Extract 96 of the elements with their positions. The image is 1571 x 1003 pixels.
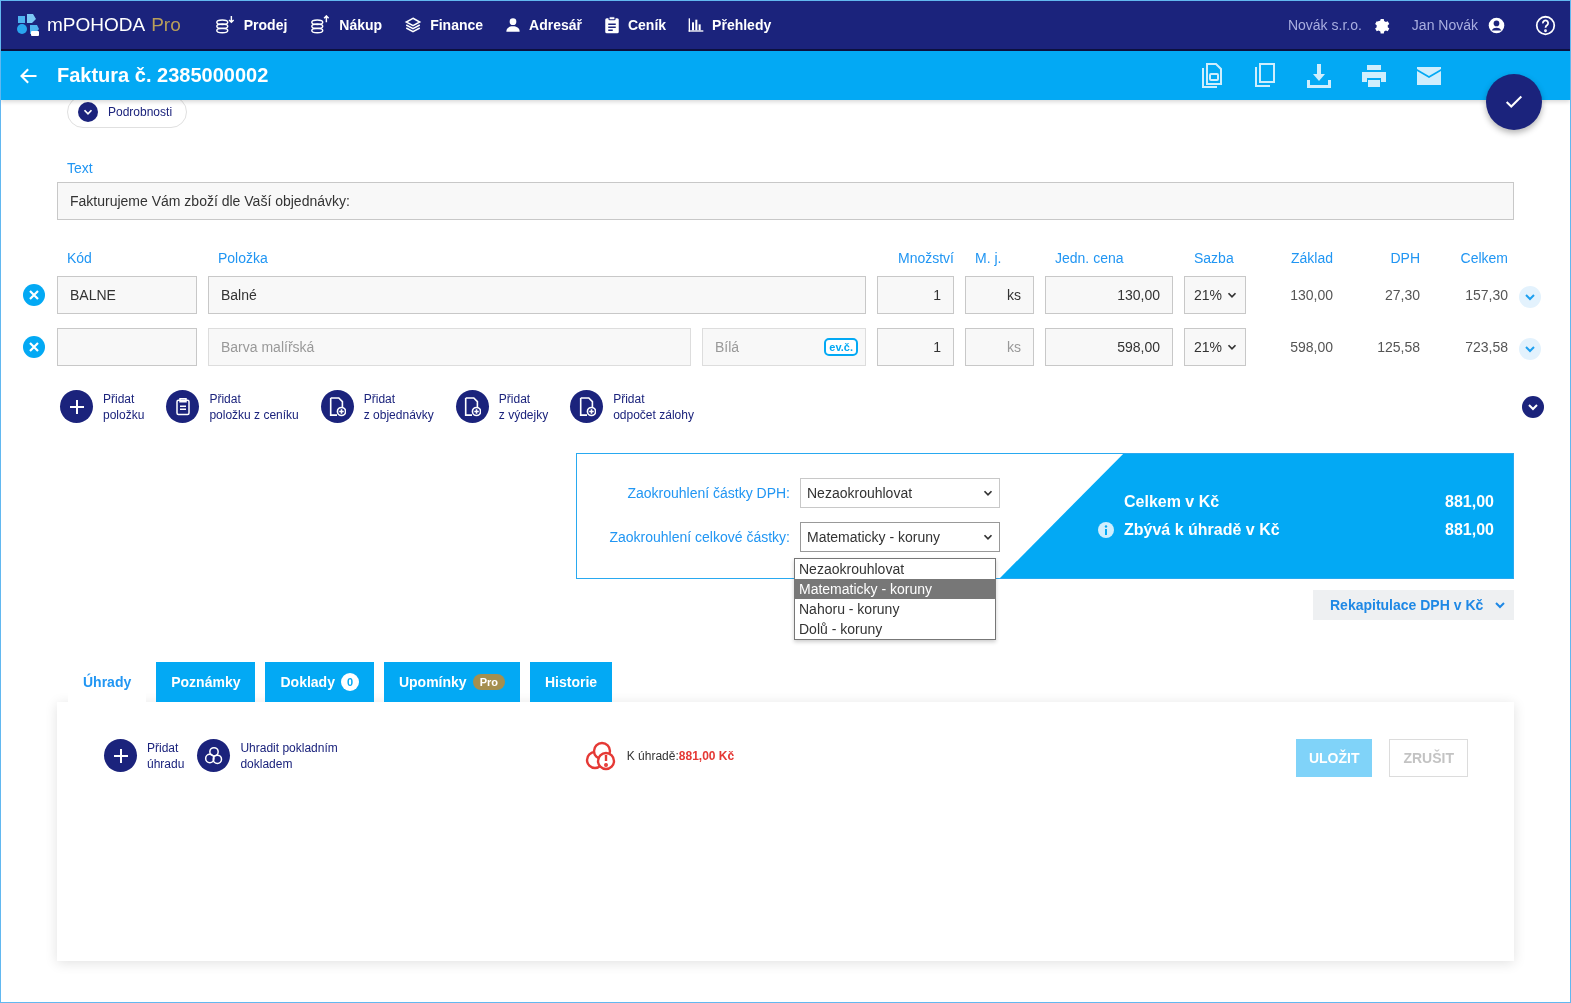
add-payment-button[interactable]: [104, 739, 137, 772]
total-amount: 157,30: [1464, 287, 1508, 303]
item-name-field[interactable]: Balné: [208, 276, 866, 314]
plus-icon: [112, 747, 129, 764]
add-from-document-button[interactable]: [166, 390, 200, 423]
document-plus-icon: [463, 396, 482, 417]
plus-icon: [68, 398, 85, 415]
add-from-document-button[interactable]: [570, 390, 604, 423]
circles-icon: [203, 745, 224, 766]
quantity-field[interactable]: 1: [877, 328, 954, 366]
clipboard-icon: [603, 16, 620, 34]
dropdown-option[interactable]: Nezaokrouhlovat: [795, 559, 995, 579]
person-icon: [505, 17, 522, 33]
document-plus-icon: [577, 396, 596, 417]
cash-payment-button[interactable]: [197, 739, 231, 772]
unit-field[interactable]: ks: [965, 328, 1034, 366]
nav-item[interactable]: Ceník: [592, 1, 678, 50]
action-label[interactable]: Přidat položku: [103, 390, 145, 423]
code-field[interactable]: BALNE: [57, 276, 197, 314]
coin-stack-icon: [309, 15, 332, 35]
column-header: Základ: [1289, 250, 1333, 266]
total-amount: 723,58: [1464, 339, 1508, 355]
nav-item[interactable]: Finance: [393, 1, 495, 50]
close-icon: [28, 341, 40, 353]
rounding-label: Zaokrouhlení částky DPH:: [627, 485, 790, 501]
rounding-select[interactable]: Matematicky - koruny: [800, 522, 1000, 552]
logo-icon: [15, 13, 41, 37]
document-plus-icon: [328, 396, 347, 417]
help-icon[interactable]: [1535, 14, 1556, 36]
text-field[interactable]: Fakturujeme Vám zboží dle Vaší objednávky:: [57, 182, 1514, 220]
base-amount: 598,00: [1289, 339, 1333, 355]
edition-badge: Pro: [472, 674, 505, 690]
column-header: M. j.: [974, 250, 1003, 266]
nav-item[interactable]: Nákup: [298, 1, 394, 50]
column-header: Množství: [897, 250, 954, 266]
column-header: Položka: [217, 250, 269, 266]
clipboard-icon: [174, 397, 191, 416]
expand-all-button[interactable]: [1522, 395, 1544, 418]
total-label: Celkem v Kč: [1124, 493, 1220, 511]
column-header: DPH: [1389, 250, 1420, 266]
column-header: Celkem: [1459, 250, 1508, 266]
add-from-document-button[interactable]: [320, 390, 354, 423]
expand-row-button[interactable]: [1519, 286, 1541, 308]
total-label: Zbývá k úhradě v Kč: [1124, 521, 1280, 539]
count-badge: 0: [340, 673, 359, 691]
variant-placeholder: Bílá: [715, 339, 740, 355]
action-label[interactable]: Uhradit pokladním dokladem: [240, 739, 338, 772]
vat-amount: 27,30: [1383, 287, 1420, 303]
quantity-field[interactable]: 1: [877, 276, 954, 314]
unit-field[interactable]: ks: [965, 276, 1034, 314]
app-name: mPOHODA: [47, 14, 146, 36]
company-name[interactable]: Novák s.r.o.: [1287, 17, 1362, 33]
coin-stack-icon: [213, 15, 236, 35]
code-field[interactable]: [57, 328, 197, 366]
action-label[interactable]: Přidat úhradu: [147, 739, 185, 772]
bar-chart-icon: [688, 17, 705, 33]
account-icon[interactable]: [1488, 16, 1505, 34]
due-label: K úhradě:: [626, 749, 679, 763]
vat-rate-select[interactable]: 21%: [1184, 276, 1246, 314]
close-icon: [28, 289, 40, 301]
rounding-label: Zaokrouhlení celkové částky:: [609, 529, 790, 545]
dropdown-option[interactable]: Matematicky - koruny: [795, 579, 995, 599]
total-value: 881,00: [1445, 493, 1494, 511]
action-label[interactable]: Přidat z výdejky: [498, 390, 549, 423]
document-title: Faktura č. 2385000002: [57, 64, 269, 87]
action-label[interactable]: Přidat odpočet zálohy: [613, 390, 694, 423]
nav-item[interactable]: Přehledy: [677, 1, 783, 50]
confirm-button[interactable]: [1486, 74, 1542, 130]
nav-item[interactable]: Adresář: [494, 1, 593, 50]
base-amount: 130,00: [1289, 287, 1333, 303]
add-item-button[interactable]: [60, 390, 93, 423]
warning-icon: [583, 740, 618, 772]
dropdown-option[interactable]: Nahoru - koruny: [795, 599, 995, 619]
vat-rate-select[interactable]: 21%: [1184, 328, 1246, 366]
column-header: Sazba: [1193, 250, 1235, 266]
layers-icon: [404, 16, 423, 34]
rounding-select[interactable]: Nezaokrouhlovat: [800, 478, 1000, 508]
user-name[interactable]: Jan Novák: [1411, 17, 1478, 33]
due-amount: 881,00 Kč: [678, 749, 735, 763]
remove-row-button[interactable]: [23, 336, 45, 358]
column-header: Kód: [66, 250, 93, 266]
remove-row-button[interactable]: [23, 284, 45, 306]
action-label[interactable]: Přidat položku z ceníku: [209, 390, 299, 423]
dropdown-option[interactable]: Dolů - koruny: [795, 619, 995, 639]
expand-row-button[interactable]: [1519, 338, 1541, 360]
vat-amount: 125,58: [1376, 339, 1420, 355]
item-name-field[interactable]: Barva malířská: [208, 328, 691, 366]
total-value: 881,00: [1445, 521, 1494, 539]
price-field[interactable]: 598,00: [1045, 328, 1173, 366]
action-label[interactable]: Přidat z objednávky: [363, 390, 434, 423]
nav-item[interactable]: Prodej: [202, 1, 299, 50]
add-from-document-button[interactable]: [455, 390, 489, 423]
price-field[interactable]: 130,00: [1045, 276, 1173, 314]
field-label: Text: [67, 160, 94, 176]
column-header: Jedn. cena: [1054, 250, 1125, 266]
edition-label: Pro: [151, 14, 181, 36]
